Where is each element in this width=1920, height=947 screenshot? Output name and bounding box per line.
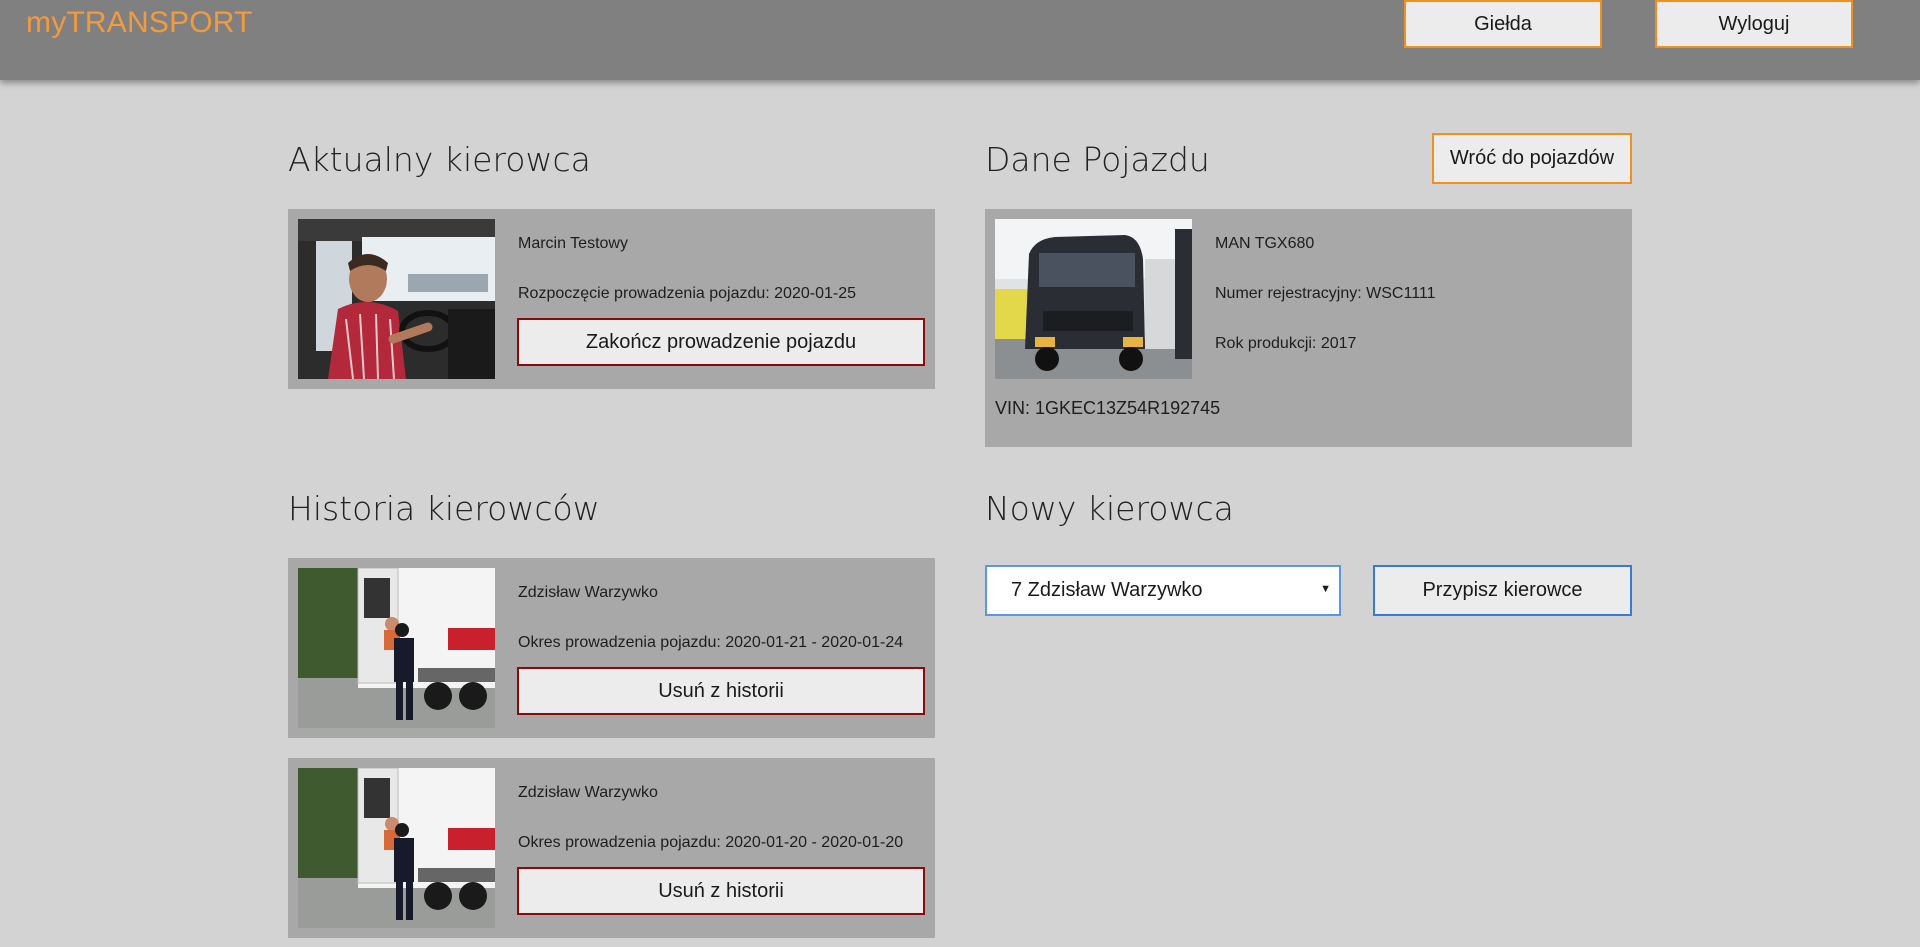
current-driver-name: Marcin Testowy bbox=[518, 235, 628, 252]
vehicle-registration: Numer rejestracyjny: WSC1111 bbox=[1215, 285, 1436, 302]
current-driver-heading: Aktualny kierowca bbox=[288, 140, 591, 179]
driver-photo bbox=[298, 219, 495, 379]
history-period: Okres prowadzenia pojazdu: 2020-01-21 - … bbox=[518, 634, 904, 651]
assign-driver-button[interactable]: Przypisz kierowce bbox=[1373, 565, 1632, 616]
history-driver-name: Zdzisław Warzywko bbox=[518, 784, 658, 801]
history-photo bbox=[298, 768, 495, 928]
new-driver-heading: Nowy kierowca bbox=[985, 489, 1234, 528]
vehicle-card: MAN TGX680 Numer rejestracyjny: WSC1111 … bbox=[985, 209, 1632, 447]
history-item: Zdzisław Warzywko Okres prowadzenia poja… bbox=[288, 558, 935, 738]
vehicle-photo bbox=[995, 219, 1192, 379]
gielda-button[interactable]: Giełda bbox=[1404, 0, 1602, 48]
top-bar: myTRANSPORT Giełda Wyloguj bbox=[0, 0, 1920, 80]
vehicle-vin: VIN: 1GKEC13Z54R192745 bbox=[995, 398, 1221, 418]
history-heading: Historia kierowców bbox=[288, 489, 600, 528]
history-photo bbox=[298, 568, 495, 728]
vehicle-year: Rok produkcji: 2017 bbox=[1215, 335, 1357, 352]
current-driver-start: Rozpoczęcie prowadzenia pojazdu: 2020-01… bbox=[518, 285, 856, 302]
logout-button[interactable]: Wyloguj bbox=[1655, 0, 1853, 48]
remove-from-history-button[interactable]: Usuń z historii bbox=[517, 667, 925, 715]
vehicle-heading: Dane Pojazdu bbox=[985, 140, 1210, 179]
current-driver-card: Marcin Testowy Rozpoczęcie prowadzenia p… bbox=[288, 209, 935, 389]
driver-select[interactable]: 7 Zdzisław Warzywko ▼ bbox=[985, 565, 1341, 616]
history-driver-name: Zdzisław Warzywko bbox=[518, 584, 658, 601]
back-to-vehicles-button[interactable]: Wróć do pojazdów bbox=[1432, 133, 1632, 184]
end-driving-button[interactable]: Zakończ prowadzenie pojazdu bbox=[517, 318, 925, 366]
history-period: Okres prowadzenia pojazdu: 2020-01-20 - … bbox=[518, 834, 904, 851]
vehicle-model: MAN TGX680 bbox=[1215, 235, 1315, 252]
chevron-down-icon: ▼ bbox=[1320, 583, 1331, 595]
driver-select-value: 7 Zdzisław Warzywko bbox=[1011, 579, 1203, 601]
app-logo[interactable]: myTRANSPORT bbox=[26, 6, 253, 40]
remove-from-history-button[interactable]: Usuń z historii bbox=[517, 867, 925, 915]
history-item: Zdzisław Warzywko Okres prowadzenia poja… bbox=[288, 758, 935, 938]
